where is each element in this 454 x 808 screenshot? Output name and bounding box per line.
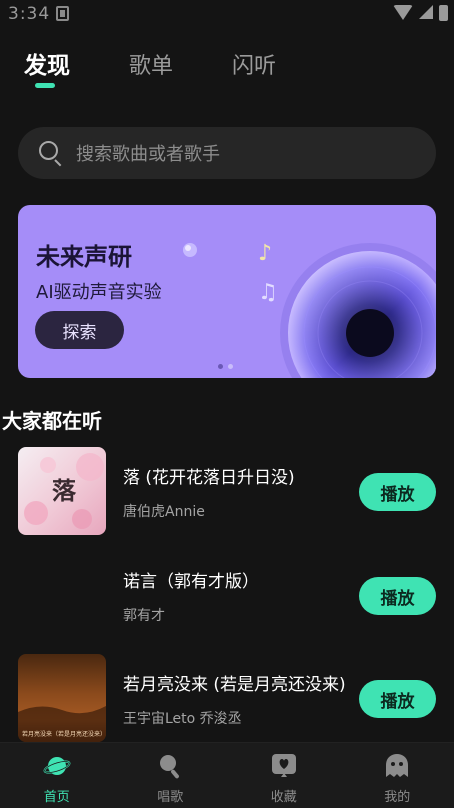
ghost-icon [386,754,409,777]
search-placeholder: 搜索歌曲或者歌手 [76,144,220,165]
search-icon [38,140,64,167]
carousel-dot [228,364,233,369]
status-bar: 3:34 [0,0,454,30]
song-artist: 郭有才 [123,608,165,624]
svg-text:♫: ♫ [258,280,278,305]
play-button[interactable]: 播放 [359,577,436,615]
nav-profile[interactable]: 我的 [341,743,454,808]
song-title: 落 (花开花落日升日没) [123,468,295,488]
planet-icon [43,757,71,775]
nav-label-sing: 唱歌 [157,790,184,805]
search-bar[interactable]: 搜索歌曲或者歌手 [18,127,436,179]
section-title: 大家都在听 [2,409,102,433]
cover-text: 若月亮没来（若是月亮还没来） [22,730,106,738]
tab-playlists[interactable]: 歌单 [129,48,173,80]
tab-quick-listen[interactable]: 闪听 [232,48,276,80]
banner-subtitle: AI驱动声音实验 [36,282,162,303]
song-artist: 唐伯虎Annie [123,504,205,520]
carousel-dot-active [218,364,223,369]
song-row[interactable]: 落 落 (花开花落日升日没) 唐伯虎Annie 播放 [0,447,454,537]
top-tabs: 发现 歌单 闪听 [0,42,454,92]
song-title: 若月亮没来 (若是月亮还没来) [123,675,346,695]
heart-box-icon [271,754,296,777]
carousel-dots [218,364,233,369]
song-title: 诺言（郭有才版） [123,572,259,592]
play-button[interactable]: 播放 [359,473,436,511]
signal-icon [419,5,433,19]
nav-favorites[interactable]: 收藏 [227,743,341,808]
nav-label-home: 首页 [43,790,70,805]
svg-text:♪: ♪ [258,241,272,266]
active-tab-indicator [35,83,55,88]
status-indicators [393,5,448,21]
play-button[interactable]: 播放 [359,680,436,718]
nav-label-profile: 我的 [384,790,411,805]
tab-discover[interactable]: 发现 [24,46,70,80]
status-time: 3:34 [8,4,51,24]
song-row[interactable]: 若月亮没来（若是月亮还没来） 若月亮没来 (若是月亮还没来) 王宇宙Leto 乔… [0,654,454,744]
battery-icon [439,5,448,21]
song-cover [18,551,106,639]
explore-button[interactable]: 探索 [35,311,124,349]
song-row[interactable]: 诺言（郭有才版） 郭有才 播放 [0,551,454,641]
microphone-icon [160,755,180,779]
notification-app-icon [56,6,69,21]
nav-label-favorites: 收藏 [270,790,297,805]
song-cover: 若月亮没来（若是月亮还没来） [18,654,106,742]
cover-text: 落 [52,476,77,505]
nav-sing[interactable]: 唱歌 [114,743,228,808]
banner-title: 未来声研 [36,243,132,271]
bottom-nav: 首页 唱歌 收藏 我的 [0,742,454,808]
song-cover: 落 [18,447,106,535]
wifi-icon [393,5,413,20]
promo-banner[interactable]: ♪ ♫ 未来声研 AI驱动声音实验 探索 [18,205,436,378]
song-artist: 王宇宙Leto 乔浚丞 [123,711,242,727]
nav-home[interactable]: 首页 [0,743,114,808]
